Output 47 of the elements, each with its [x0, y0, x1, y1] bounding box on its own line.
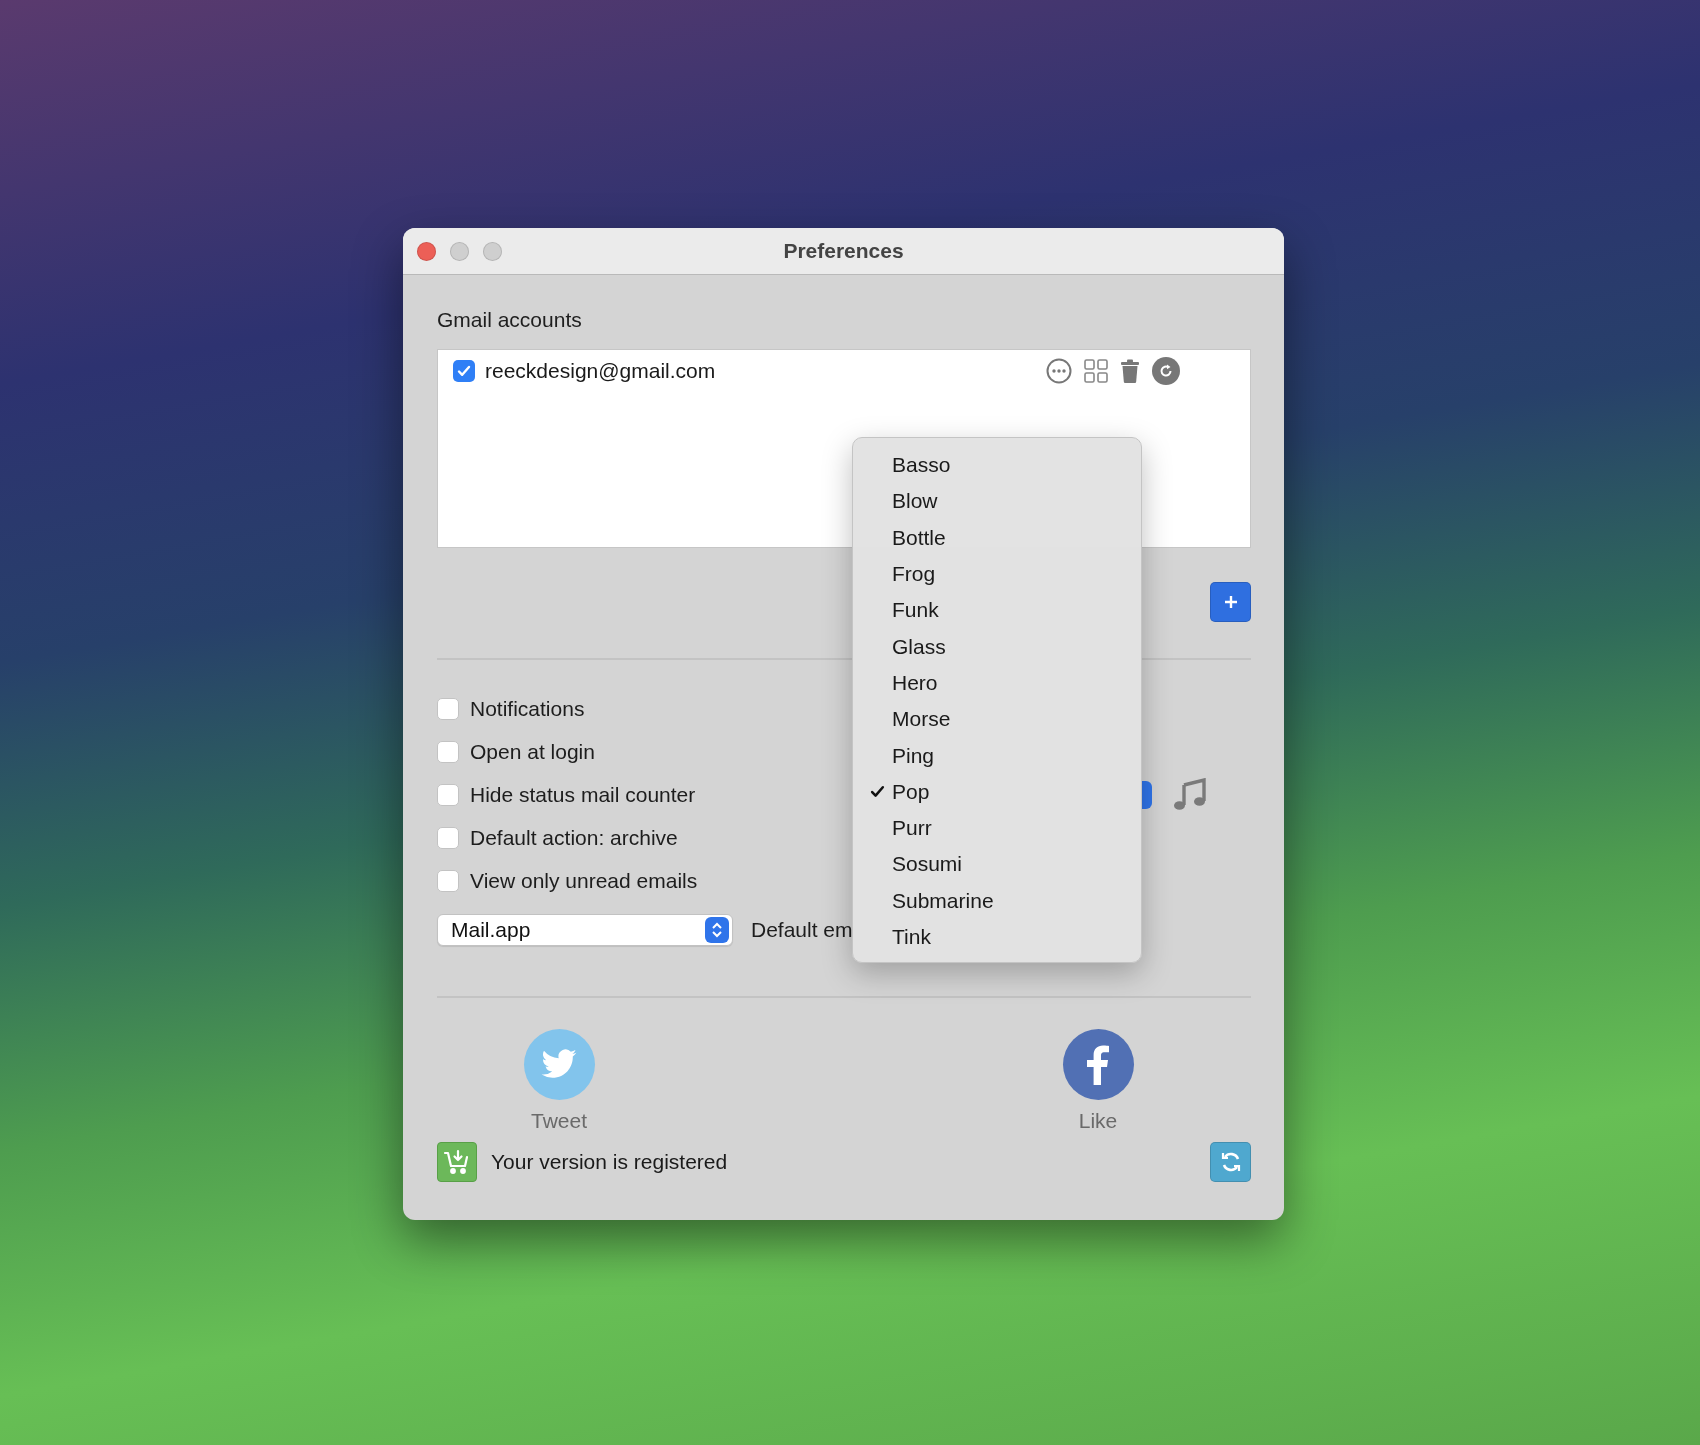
music-note-icon[interactable]: [1172, 778, 1206, 812]
section-label: Gmail accounts: [437, 308, 582, 332]
option-label: Open at login: [470, 740, 595, 764]
letter-f-icon: [1087, 1044, 1109, 1085]
social-label: Tweet: [531, 1109, 587, 1133]
account-email: reeckdesign@gmail.com: [485, 359, 717, 383]
menu-item[interactable]: Blow: [853, 483, 1141, 520]
refresh-icon[interactable]: [1152, 357, 1180, 385]
menu-item[interactable]: Frog: [853, 555, 1141, 593]
option-checkbox[interactable]: [437, 741, 459, 763]
stepper-icon: [705, 917, 729, 943]
menu-item[interactable]: Pop: [853, 773, 1141, 810]
email-client-label: Default em: [751, 918, 853, 942]
add-account-button[interactable]: [1210, 582, 1251, 622]
option-checkbox[interactable]: [437, 870, 459, 892]
menu-item[interactable]: Submarine: [853, 882, 1141, 919]
menu-item[interactable]: Ping: [853, 737, 1141, 774]
option-checkbox[interactable]: [437, 827, 459, 849]
grid-icon[interactable]: [1084, 359, 1108, 383]
more-icon[interactable]: [1046, 358, 1072, 384]
sync-button[interactable]: [1210, 1142, 1251, 1182]
email-client-popup[interactable]: Mail.app: [437, 914, 733, 946]
option-checkbox[interactable]: [437, 698, 459, 720]
menu-item[interactable]: Tink: [853, 918, 1141, 956]
close-button[interactable]: [417, 242, 436, 261]
option-label: View only unread emails: [470, 869, 698, 893]
menu-item[interactable]: Basso: [853, 447, 1141, 484]
plus-icon: [1222, 594, 1239, 610]
option-label: Hide status mail counter: [470, 783, 696, 807]
menu-item[interactable]: Sosumi: [853, 846, 1141, 883]
menu-item[interactable]: Purr: [853, 809, 1141, 847]
option-checkbox[interactable]: [437, 784, 459, 806]
menu-item[interactable]: Hero: [853, 664, 1141, 702]
menu-item[interactable]: Bottle: [853, 519, 1141, 556]
menu-item[interactable]: Glass: [853, 628, 1141, 665]
cart-icon: [437, 1142, 477, 1182]
menu-item[interactable]: Funk: [853, 592, 1141, 629]
option-label: Notifications: [470, 697, 585, 721]
account-checkbox[interactable]: [453, 360, 475, 382]
checkmark-icon: [456, 363, 472, 379]
option-label: Default action: archive: [470, 826, 678, 850]
trash-icon[interactable]: [1120, 359, 1140, 383]
registration-status: Your version is registered: [491, 1150, 729, 1174]
window-title: Preferences: [783, 239, 904, 263]
menu-item[interactable]: Morse: [853, 701, 1141, 738]
social-label: Like: [1078, 1109, 1118, 1133]
bird-icon: [540, 1048, 578, 1081]
